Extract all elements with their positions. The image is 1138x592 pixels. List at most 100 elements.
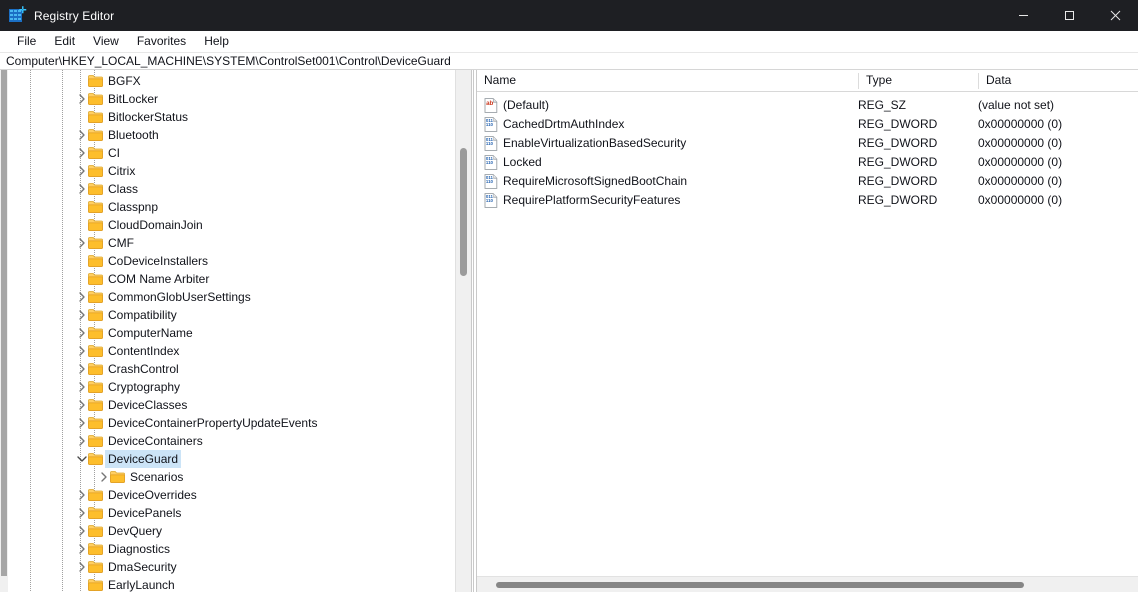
folder-icon xyxy=(88,111,103,123)
value-name: (Default) xyxy=(503,98,550,112)
tree-item-deviceclasses[interactable]: DeviceClasses xyxy=(0,396,452,414)
value-data: (value not set) xyxy=(978,98,1055,112)
folder-icon xyxy=(88,435,103,447)
value-name: CachedDrtmAuthIndex xyxy=(503,117,625,131)
menu-item-favorites[interactable]: Favorites xyxy=(128,32,195,51)
tree-item-ci[interactable]: CI xyxy=(0,144,452,162)
menu-item-view[interactable]: View xyxy=(84,32,128,51)
scrollbar-thumb[interactable] xyxy=(460,148,467,276)
tree-item-label: ContentIndex xyxy=(108,344,180,358)
value-type: REG_DWORD xyxy=(858,117,938,131)
value-data: 0x00000000 (0) xyxy=(978,155,1063,169)
tree-item-label: COM Name Arbiter xyxy=(108,272,210,286)
tree-item-label: CMF xyxy=(108,236,134,250)
menu-bar: File Edit View Favorites Help xyxy=(0,31,1138,52)
tree-item-label: Diagnostics xyxy=(108,542,171,556)
folder-icon xyxy=(88,129,103,141)
value-name: RequireMicrosoftSignedBootChain xyxy=(503,174,688,188)
tree-vertical-scrollbar[interactable] xyxy=(455,70,471,592)
tree-item-commonglobusersettings[interactable]: CommonGlobUserSettings xyxy=(0,288,452,306)
tree-item-computername[interactable]: ComputerName xyxy=(0,324,452,342)
tree-item-cmf[interactable]: CMF xyxy=(0,234,452,252)
folder-icon xyxy=(88,507,103,519)
tree-item-bitlockerstatus[interactable]: BitlockerStatus xyxy=(0,108,452,126)
minimize-button[interactable] xyxy=(1000,0,1046,31)
folder-icon xyxy=(88,201,103,213)
folder-icon xyxy=(88,453,103,465)
tree-item-label: DeviceContainerPropertyUpdateEvents xyxy=(108,416,318,430)
tree-item-com-name-arbiter[interactable]: COM Name Arbiter xyxy=(0,270,452,288)
maximize-button[interactable] xyxy=(1046,0,1092,31)
dword-value-icon: 011 110 xyxy=(484,117,498,132)
tree-item-dmasecurity[interactable]: DmaSecurity xyxy=(0,558,452,576)
scrollbar-thumb[interactable] xyxy=(1,70,7,576)
tree-item-label: BitlockerStatus xyxy=(108,110,189,124)
tree-item-label: Citrix xyxy=(108,164,136,178)
tree-item-compatibility[interactable]: Compatibility xyxy=(0,306,452,324)
folder-icon xyxy=(88,75,103,87)
menu-item-edit[interactable]: Edit xyxy=(45,32,84,51)
list-horizontal-scrollbar[interactable] xyxy=(476,576,1138,592)
folder-icon xyxy=(88,183,103,195)
window-controls xyxy=(1000,0,1138,31)
content-panes: BGFX BitLocker BitlockerStatus Bluetooth CI C… xyxy=(0,70,1138,592)
tree-item-label: Compatibility xyxy=(108,308,177,322)
tree-item-crashcontrol[interactable]: CrashControl xyxy=(0,360,452,378)
tree-item-class[interactable]: Class xyxy=(0,180,452,198)
value-row[interactable]: 011 110 Locked REG_DWORD 0x00000000 (0) xyxy=(476,153,1138,172)
address-bar[interactable]: Computer\HKEY_LOCAL_MACHINE\SYSTEM\Contr… xyxy=(0,52,1138,70)
folder-icon xyxy=(88,579,103,591)
tree-item-devicecontainers[interactable]: DeviceContainers xyxy=(0,432,452,450)
value-type: REG_SZ xyxy=(858,98,907,112)
folder-icon xyxy=(88,147,103,159)
tree-item-diagnostics[interactable]: Diagnostics xyxy=(0,540,452,558)
tree-item-scenarios[interactable]: Scenarios xyxy=(0,468,452,486)
tree-item-label: DevicePanels xyxy=(108,506,182,520)
tree-item-label: DevQuery xyxy=(108,524,163,538)
tree-item-label: Scenarios xyxy=(130,470,184,484)
menu-item-file[interactable]: File xyxy=(8,32,45,51)
folder-icon xyxy=(88,399,103,411)
tree-item-deviceoverrides[interactable]: DeviceOverrides xyxy=(0,486,452,504)
folder-icon xyxy=(88,309,103,321)
svg-text:110: 110 xyxy=(486,141,494,146)
column-header-name[interactable]: Name xyxy=(476,70,858,91)
tree-item-bitlocker[interactable]: BitLocker xyxy=(0,90,452,108)
tree-pane-edge-scrollbar[interactable] xyxy=(0,70,8,592)
value-row[interactable]: 011 110 RequirePlatformSecurityFeatures REG… xyxy=(476,191,1138,210)
tree-item-devicepanels[interactable]: DevicePanels xyxy=(0,504,452,522)
value-row[interactable]: 011 110 EnableVirtualizationBasedSecurity R… xyxy=(476,134,1138,153)
dword-value-icon: 011 110 xyxy=(484,193,498,208)
tree-item-cryptography[interactable]: Cryptography xyxy=(0,378,452,396)
value-name: EnableVirtualizationBasedSecurity xyxy=(503,136,687,150)
tree-item-label: DeviceClasses xyxy=(108,398,188,412)
tree-item-devquery[interactable]: DevQuery xyxy=(0,522,452,540)
column-header-type[interactable]: Type xyxy=(858,70,978,91)
value-row[interactable]: 011 110 RequireMicrosoftSignedBootChain REG… xyxy=(476,172,1138,191)
tree-item-contentindex[interactable]: ContentIndex xyxy=(0,342,452,360)
scrollbar-thumb[interactable] xyxy=(496,582,1024,588)
folder-icon xyxy=(88,363,103,375)
tree-item-earlylaunch[interactable]: EarlyLaunch xyxy=(0,576,452,592)
tree-item-label: CrashControl xyxy=(108,362,179,376)
tree-item-codeviceinstallers[interactable]: CoDeviceInstallers xyxy=(0,252,452,270)
pane-splitter[interactable] xyxy=(471,70,474,592)
tree-item-deviceguard[interactable]: DeviceGuard xyxy=(0,450,452,468)
tree-item-citrix[interactable]: Citrix xyxy=(0,162,452,180)
value-row[interactable]: 011 110 CachedDrtmAuthIndex REG_DWORD 0x0000… xyxy=(476,115,1138,134)
close-button[interactable] xyxy=(1092,0,1138,31)
tree-item-bluetooth[interactable]: Bluetooth xyxy=(0,126,452,144)
value-row[interactable]: ab (Default) REG_SZ (value not set) xyxy=(476,96,1138,115)
dword-value-icon: 011 110 xyxy=(484,174,498,189)
registry-values-pane: Name Type Data ab (Default) REG_SZ (value n… xyxy=(476,70,1138,592)
column-header-data[interactable]: Data xyxy=(978,70,1138,91)
menu-item-help[interactable]: Help xyxy=(195,32,238,51)
tree-item-clouddomainjoin[interactable]: CloudDomainJoin xyxy=(0,216,452,234)
folder-icon xyxy=(88,237,103,249)
tree-item-devicecontainerpropertyupdateevents[interactable]: DeviceContainerPropertyUpdateEvents xyxy=(0,414,452,432)
registry-tree: BGFX BitLocker BitlockerStatus Bluetooth CI C… xyxy=(0,72,452,592)
tree-item-bgfx[interactable]: BGFX xyxy=(0,72,452,90)
value-data: 0x00000000 (0) xyxy=(978,193,1063,207)
tree-item-classpnp[interactable]: Classpnp xyxy=(0,198,452,216)
folder-icon xyxy=(88,219,103,231)
